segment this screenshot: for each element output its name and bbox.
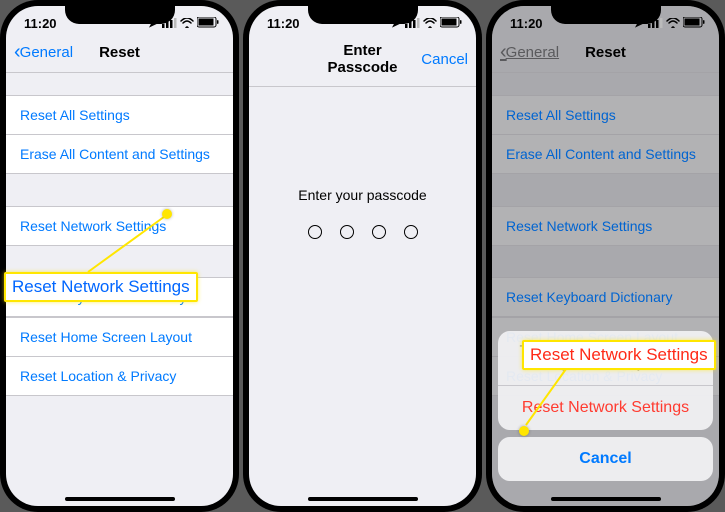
back-label: General <box>506 44 559 61</box>
row-reset-all-settings[interactable]: Reset All Settings <box>6 95 233 135</box>
nav-bar: Enter Passcode Cancel <box>249 34 476 87</box>
sheet-confirm-button[interactable]: Reset Network Settings <box>498 386 713 430</box>
back-button[interactable]: ‹ General <box>14 42 74 62</box>
nav-bar: ‹ General Reset <box>6 34 233 73</box>
home-indicator[interactable] <box>65 497 175 501</box>
passcode-area: Enter your passcode <box>249 87 476 506</box>
nav-title: Reset <box>560 44 651 61</box>
row-erase-all-content[interactable]: Erase All Content and Settings <box>492 134 719 174</box>
row-reset-home-screen-layout[interactable]: Reset Home Screen Layout <box>6 317 233 357</box>
battery-icon <box>683 16 705 31</box>
status-time: 11:20 <box>510 16 543 31</box>
sheet-cancel-button[interactable]: Cancel <box>498 437 713 481</box>
row-reset-keyboard-dictionary[interactable]: Reset Keyboard Dictionary <box>492 277 719 317</box>
annotation-marker <box>519 426 529 436</box>
battery-icon <box>197 16 219 31</box>
status-time: 11:20 <box>267 16 300 31</box>
passcode-prompt: Enter your passcode <box>298 187 426 203</box>
phone-screen-3: 11:20 ➤ ‹ General <box>486 0 725 512</box>
wifi-icon <box>423 16 437 31</box>
row-reset-network-settings[interactable]: Reset Network Settings <box>6 206 233 246</box>
passcode-dot <box>308 225 322 239</box>
annotation-callout: Reset Network Settings <box>4 272 198 302</box>
row-reset-network-settings[interactable]: Reset Network Settings <box>492 206 719 246</box>
nav-title: Reset <box>74 44 165 61</box>
row-reset-all-settings[interactable]: Reset All Settings <box>492 95 719 135</box>
nav-bar: ‹ General Reset <box>492 34 719 73</box>
wifi-icon <box>666 16 680 31</box>
phone-screen-1: 11:20 ➤ ‹ General <box>0 0 239 512</box>
passcode-dot <box>404 225 418 239</box>
wifi-icon <box>180 16 194 31</box>
cancel-button[interactable]: Cancel <box>408 51 468 68</box>
home-indicator[interactable] <box>551 497 661 501</box>
passcode-dot <box>372 225 386 239</box>
notch <box>308 4 418 24</box>
notch <box>551 4 661 24</box>
passcode-dot <box>340 225 354 239</box>
phone-screen-2: 11:20 ➤ Enter Passcode Cance <box>243 0 482 512</box>
battery-icon <box>440 16 462 31</box>
back-button[interactable]: ‹ General <box>500 42 560 62</box>
home-indicator[interactable] <box>308 497 418 501</box>
annotation-callout: Reset Network Settings <box>522 340 716 370</box>
row-reset-location-privacy[interactable]: Reset Location & Privacy <box>6 356 233 396</box>
passcode-dots[interactable] <box>308 225 418 239</box>
status-time: 11:20 <box>24 16 57 31</box>
annotation-marker <box>162 209 172 219</box>
notch <box>65 4 175 24</box>
back-label: General <box>20 44 73 61</box>
row-erase-all-content[interactable]: Erase All Content and Settings <box>6 134 233 174</box>
nav-title: Enter Passcode <box>317 42 408 76</box>
